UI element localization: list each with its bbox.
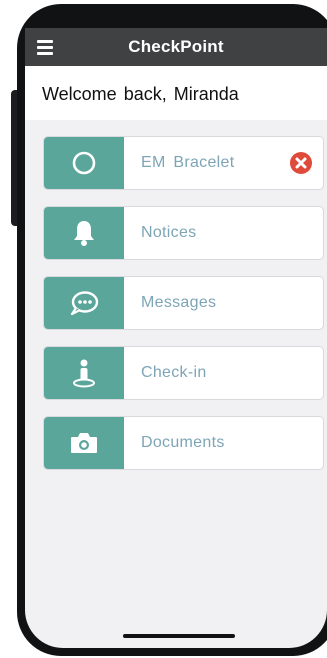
home-indicator[interactable]: [123, 634, 235, 638]
menu-item-label: Check-in: [141, 364, 207, 381]
chat-bubble-icon: [70, 291, 99, 316]
menu-item-icon-box: [44, 207, 124, 259]
menu-item-label: Messages: [141, 294, 217, 311]
status-bar: [25, 10, 327, 30]
menu-item-icon-box: [44, 137, 124, 189]
camera-icon: [71, 433, 97, 453]
bell-icon: [74, 221, 94, 246]
app-title: CheckPoint: [128, 37, 224, 56]
circle-ring-icon: [72, 151, 96, 175]
menu-item-messages[interactable]: Messages: [43, 276, 324, 330]
welcome-banner: Welcome back, Miranda: [25, 66, 327, 120]
menu-item-documents[interactable]: Documents: [43, 416, 324, 470]
top-app-bar: CheckPoint: [25, 28, 327, 66]
welcome-text: Welcome back, Miranda: [42, 84, 239, 104]
menu-item-icon-box: [44, 417, 124, 469]
error-x-icon: [290, 152, 312, 174]
menu-item-em-bracelet[interactable]: EM Bracelet: [43, 136, 324, 190]
app-screen: CheckPoint Welcome back, Miranda EM Brac…: [25, 28, 327, 648]
menu-item-label: EM Bracelet: [141, 154, 235, 171]
person-location-icon: [73, 359, 95, 388]
menu-item-label: Documents: [141, 434, 225, 451]
menu-item-check-in[interactable]: Check-in: [43, 346, 324, 400]
menu-item-notices[interactable]: Notices: [43, 206, 324, 260]
menu-item-icon-box: [44, 347, 124, 399]
menu-item-icon-box: [44, 277, 124, 329]
menu-item-label: Notices: [141, 224, 197, 241]
